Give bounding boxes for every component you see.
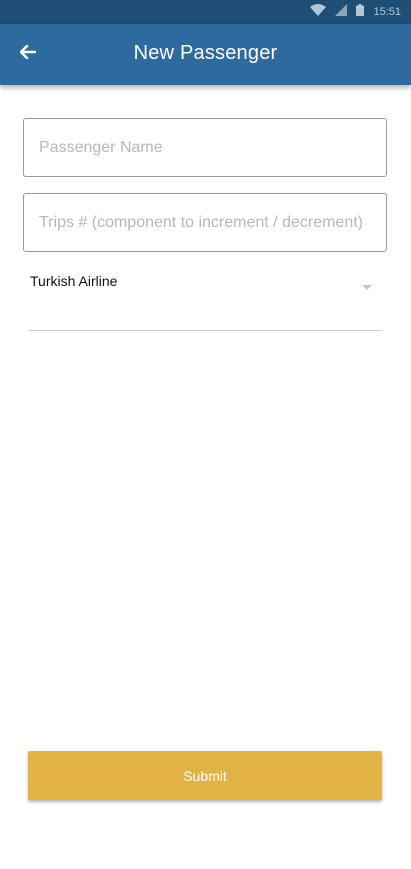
- arrow-left-icon: [19, 44, 37, 64]
- page-title: New Passenger: [133, 42, 278, 64]
- airline-select-value: Turkish Airline: [30, 273, 118, 289]
- wifi-icon: [310, 3, 327, 21]
- back-button[interactable]: [10, 36, 46, 72]
- battery-icon: [356, 3, 365, 21]
- trips-input[interactable]: [24, 194, 386, 251]
- passenger-name-input[interactable]: [24, 119, 386, 176]
- app-bar: New Passenger: [0, 24, 411, 85]
- status-time: 15:51: [373, 6, 401, 18]
- signal-icon: [335, 3, 348, 21]
- airline-select[interactable]: Turkish Airline: [28, 258, 382, 331]
- status-bar: 15:51: [0, 0, 411, 24]
- status-icons: 15:51: [310, 0, 401, 24]
- submit-button[interactable]: Submit: [28, 751, 382, 800]
- caret-down-icon: [362, 277, 372, 295]
- passenger-name-field[interactable]: [23, 118, 387, 177]
- trips-field[interactable]: [23, 193, 387, 252]
